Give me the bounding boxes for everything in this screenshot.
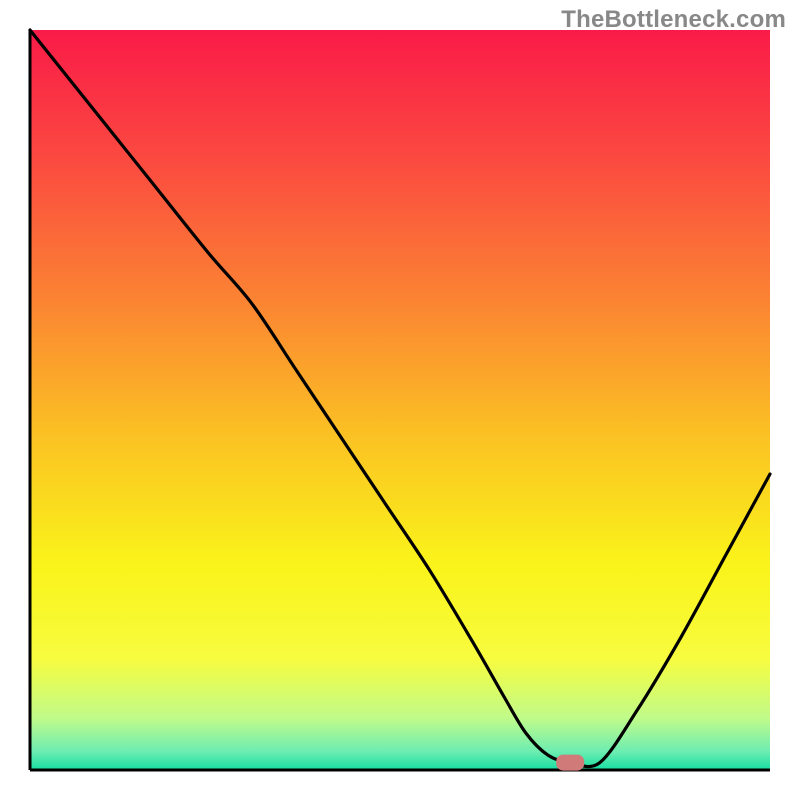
watermark-text: TheBottleneck.com [561, 6, 786, 34]
bottleneck-chart [0, 0, 800, 800]
plot-background [30, 30, 770, 770]
optimal-marker [556, 755, 584, 771]
chart-container: TheBottleneck.com [0, 0, 800, 800]
